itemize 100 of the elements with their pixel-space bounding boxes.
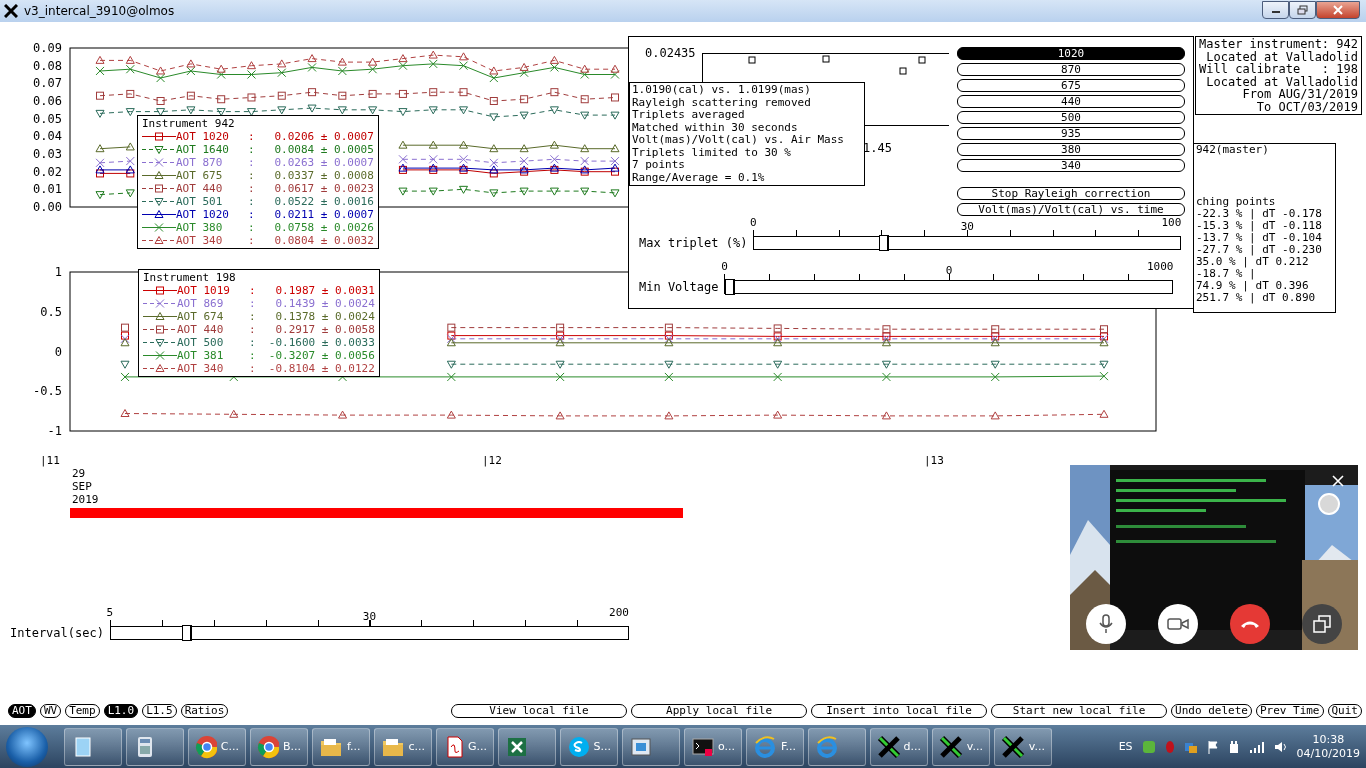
- point: [95, 191, 105, 200]
- mode-toggle[interactable]: Ratios: [180, 704, 229, 718]
- mode-toggle[interactable]: L1.5: [142, 704, 177, 718]
- language-indicator[interactable]: ES: [1118, 739, 1133, 754]
- taskbar-button[interactable]: f...: [312, 727, 370, 766]
- taskbar-button[interactable]: c...: [374, 727, 432, 766]
- info-line: Located at Valladolid: [1206, 50, 1358, 63]
- taskbar-button[interactable]: [808, 727, 866, 766]
- point: [216, 70, 226, 79]
- legend-swatch: [142, 234, 176, 247]
- point: [580, 156, 590, 166]
- matching-line: ching points: [1196, 195, 1277, 208]
- matching-line: 251.7 % | dT 0.890: [1196, 291, 1317, 304]
- file-button[interactable]: Insert into local file: [811, 704, 988, 718]
- point: [773, 372, 783, 382]
- point: [428, 187, 438, 196]
- legend-swatch: [143, 284, 177, 297]
- action-button[interactable]: Stop Rayleigh correction: [957, 187, 1185, 200]
- taskbar-button[interactable]: o...: [684, 727, 742, 766]
- point: [186, 91, 195, 100]
- slider-track[interactable]: [724, 280, 1174, 294]
- nav-button[interactable]: Undo delete: [1171, 704, 1252, 718]
- power-plug-icon[interactable]: [1227, 739, 1240, 754]
- point: [398, 140, 408, 149]
- mode-toggle[interactable]: WV: [39, 704, 62, 718]
- taskbar-button[interactable]: [64, 727, 122, 766]
- legend-label: AOT 869: [177, 297, 225, 310]
- point: [120, 360, 130, 369]
- slider-track[interactable]: [109, 626, 629, 640]
- wavelength-button[interactable]: 500: [957, 111, 1185, 124]
- point: [580, 64, 590, 73]
- shield-icon[interactable]: [1141, 739, 1156, 754]
- taskbar-button[interactable]: C...: [188, 727, 246, 766]
- wavelength-button[interactable]: 440: [957, 95, 1185, 108]
- point: [664, 323, 673, 332]
- wavelength-button[interactable]: 340: [957, 159, 1185, 172]
- clock[interactable]: 10:38 04/10/2019: [1296, 732, 1360, 761]
- taskbar-button[interactable]: [498, 727, 556, 766]
- wavelength-button[interactable]: 675: [957, 79, 1185, 92]
- point: [156, 66, 166, 75]
- taskbar-button[interactable]: F...: [746, 727, 804, 766]
- nav-button[interactable]: Prev Time: [1255, 704, 1324, 718]
- point: [519, 68, 529, 78]
- taskbar-button[interactable]: d...: [870, 727, 928, 766]
- point: [555, 360, 565, 369]
- taskbar-button[interactable]: v...: [994, 727, 1052, 766]
- close-icon[interactable]: [1332, 475, 1344, 487]
- point: [186, 66, 196, 76]
- wavelength-button[interactable]: 935: [957, 127, 1185, 140]
- point: [246, 70, 256, 79]
- file-button[interactable]: Start new local file: [991, 704, 1168, 718]
- legend-label: AOT 870: [176, 156, 224, 169]
- wavelength-button[interactable]: 1020: [957, 47, 1185, 60]
- point: [459, 185, 469, 194]
- point: [120, 409, 130, 418]
- slider-track[interactable]: [753, 236, 1182, 250]
- mode-toggle[interactable]: Temp: [65, 704, 100, 718]
- taskbar-button[interactable]: v...: [932, 727, 990, 766]
- point: [126, 89, 135, 98]
- legend-value: : -0.8104 ± 0.0122: [249, 362, 375, 375]
- point: [186, 106, 196, 115]
- taskbar-button[interactable]: [622, 727, 680, 766]
- taskbar-button[interactable]: B...: [250, 727, 308, 766]
- nav-button[interactable]: Quit: [1327, 704, 1362, 718]
- speaker-icon[interactable]: [1273, 739, 1288, 754]
- wavelength-button[interactable]: 380: [957, 143, 1185, 156]
- axis-tick-label: 0.5: [40, 304, 62, 319]
- point: [520, 95, 529, 104]
- axis-tick-label: 0.08: [33, 58, 62, 73]
- time-tick-label: |13: [924, 454, 945, 467]
- slider-label: Min Voltage: [639, 280, 719, 294]
- start-button[interactable]: [6, 726, 48, 767]
- time-tick-label: |12: [482, 454, 503, 467]
- point: [446, 372, 456, 382]
- mode-toggle[interactable]: AOT: [8, 704, 36, 718]
- restore-button[interactable]: [1289, 0, 1316, 19]
- slider-thumb[interactable]: [181, 625, 192, 641]
- file-button[interactable]: View local file: [451, 704, 628, 718]
- point: [307, 62, 317, 72]
- slider-thumb[interactable]: [879, 235, 890, 251]
- action-button[interactable]: Volt(mas)/Volt(cal) vs. time: [957, 203, 1185, 216]
- taskbar-button[interactable]: S...: [560, 727, 618, 766]
- flag-icon[interactable]: [1206, 739, 1219, 754]
- file-button[interactable]: Apply local file: [631, 704, 808, 718]
- taskbar-button[interactable]: [126, 727, 184, 766]
- taskbar-button[interactable]: G...: [436, 727, 494, 766]
- minimize-button[interactable]: [1262, 0, 1289, 19]
- point: [95, 66, 105, 76]
- legend-swatch: [142, 208, 176, 221]
- wavelength-button[interactable]: 870: [957, 63, 1185, 76]
- mode-toggle[interactable]: L1.0: [103, 704, 139, 718]
- signal-icon[interactable]: [1248, 740, 1265, 753]
- point: [398, 61, 408, 71]
- legend-swatch: [142, 195, 176, 208]
- close-button[interactable]: [1316, 0, 1360, 19]
- legend-label: AOT 675: [176, 169, 224, 182]
- point: [1099, 360, 1109, 369]
- slider-thumb[interactable]: [725, 279, 736, 295]
- legend-swatch: [142, 221, 176, 234]
- info-line: Triplets limited to 30 %: [632, 146, 792, 159]
